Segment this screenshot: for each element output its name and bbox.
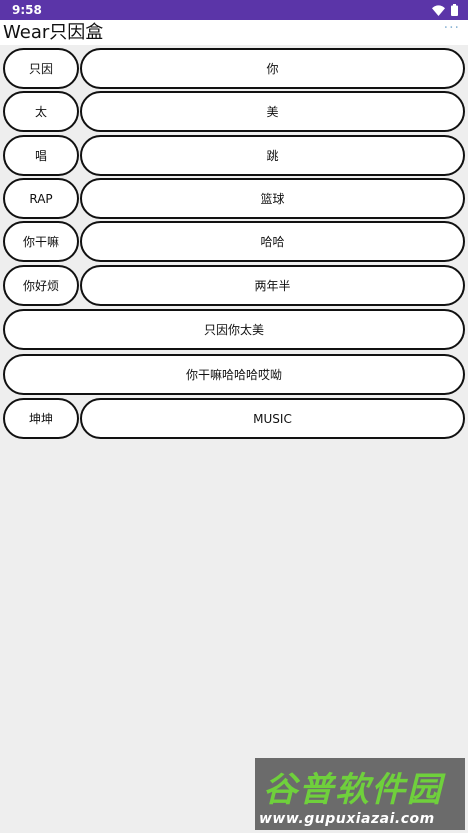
last-row-left-button[interactable]: 坤坤: [3, 398, 79, 439]
app-title: Wear只因盒: [3, 22, 104, 43]
watermark-url-text: www.gupuxiazai.com: [259, 811, 435, 827]
row-2-right-button[interactable]: 美: [80, 91, 465, 132]
status-icons: [432, 4, 458, 16]
watermark-logo: 谷普软件园 www.gupuxiazai.com: [255, 758, 465, 830]
row-2-left-button[interactable]: 太: [3, 91, 79, 132]
status-bar: 9:58: [0, 0, 468, 20]
row-4-right-button[interactable]: 篮球: [80, 178, 465, 219]
row-5-right-button[interactable]: 哈哈: [80, 221, 465, 262]
app-bar: Wear只因盒 ···: [0, 20, 468, 45]
row-1-right-button[interactable]: 你: [80, 48, 465, 89]
music-button[interactable]: MUSIC: [80, 398, 465, 439]
row-6-left-button[interactable]: 你好烦: [3, 265, 79, 306]
row-1-left-button[interactable]: 只因: [3, 48, 79, 89]
row-3-right-button[interactable]: 跳: [80, 135, 465, 176]
wifi-icon: [432, 4, 445, 16]
status-time: 9:58: [12, 3, 42, 17]
row-5-left-button[interactable]: 你干嘛: [3, 221, 79, 262]
row-4-left-button[interactable]: RAP: [3, 178, 79, 219]
full-button-1[interactable]: 只因你太美: [3, 309, 465, 350]
row-3-left-button[interactable]: 唱: [3, 135, 79, 176]
watermark-main-text: 谷普软件园: [263, 770, 443, 810]
full-button-2[interactable]: 你干嘛哈哈哈哎呦: [3, 354, 465, 395]
battery-icon: [451, 4, 458, 16]
row-6-right-button[interactable]: 两年半: [80, 265, 465, 306]
more-dots-icon[interactable]: ···: [444, 21, 460, 35]
